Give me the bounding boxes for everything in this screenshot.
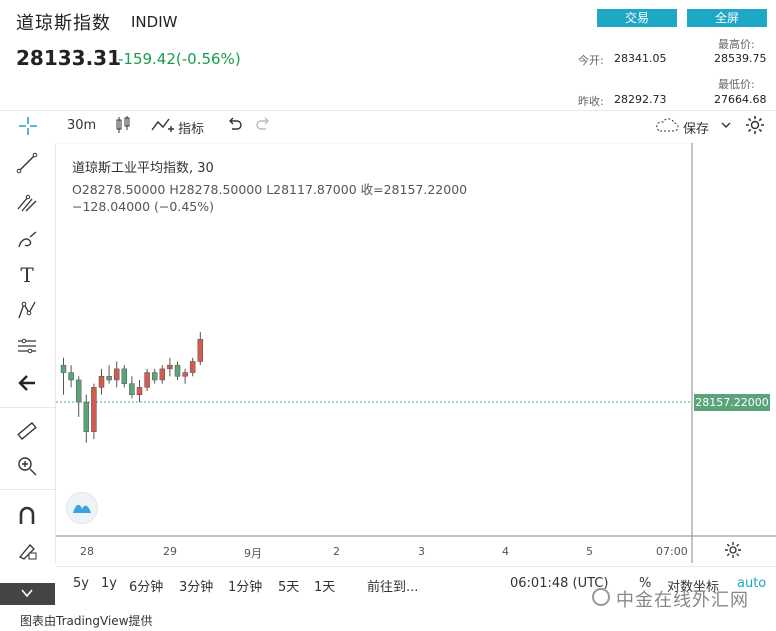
axis-settings-icon[interactable] xyxy=(724,541,742,563)
price-change: -159.42(-0.56%) xyxy=(118,50,241,68)
low-label: 最低价: xyxy=(718,78,755,91)
zoom-in-icon[interactable] xyxy=(12,451,42,481)
instrument-title: 道琼斯指数 xyxy=(16,13,111,34)
trend-line-icon[interactable] xyxy=(12,148,42,178)
candle-style-icon[interactable] xyxy=(114,115,132,139)
range-1m[interactable]: 1分钟 xyxy=(228,576,262,595)
low-value: 27664.68 xyxy=(714,93,767,106)
back-arrow-icon[interactable] xyxy=(12,368,42,398)
high-label: 最高价: xyxy=(718,38,755,51)
candle-body xyxy=(83,401,90,432)
high-value: 28539.75 xyxy=(714,52,767,65)
undo-icon[interactable] xyxy=(226,116,244,138)
goto-date-button[interactable]: 前往到... xyxy=(367,576,418,595)
hide-drawings-icon[interactable] xyxy=(0,583,55,605)
forecast-icon[interactable] xyxy=(12,331,42,361)
save-button[interactable]: 保存 xyxy=(683,118,709,137)
wechat-icon xyxy=(592,588,610,606)
brush-icon[interactable] xyxy=(12,225,42,255)
range-5y[interactable]: 5y xyxy=(73,576,89,591)
candle-body xyxy=(151,372,158,381)
crosshair-icon[interactable] xyxy=(14,114,42,138)
pattern-icon[interactable] xyxy=(12,295,42,325)
fib-tool-icon[interactable] xyxy=(12,187,42,217)
last-price: 28133.31 xyxy=(16,46,122,70)
prev-close-label: 昨收: xyxy=(578,95,604,108)
instrument-code: INDIW xyxy=(131,13,178,31)
x-axis-label: 28 xyxy=(80,545,94,558)
candle-body xyxy=(159,368,166,381)
candle-body xyxy=(167,364,173,370)
range-5d[interactable]: 5天 xyxy=(278,576,299,595)
fullscreen-button[interactable]: 全屏 xyxy=(687,9,767,27)
range-6m[interactable]: 6分钟 xyxy=(129,576,163,595)
candle-body xyxy=(121,368,128,384)
x-axis-label: 9月 xyxy=(244,547,262,560)
candle-body xyxy=(182,372,188,377)
interval-selector[interactable]: 30m xyxy=(67,118,96,133)
indicators-icon[interactable] xyxy=(151,116,175,138)
attribution-text: 图表由TradingView提供 xyxy=(20,614,153,628)
open-label: 今开: xyxy=(578,54,604,67)
x-axis-label: 07:00 xyxy=(656,545,688,558)
candle-body xyxy=(68,372,74,381)
legend-change: −128.04000 (−0.45%) xyxy=(72,199,214,214)
x-axis-label: 5 xyxy=(586,545,593,558)
x-axis-label: 2 xyxy=(333,545,340,558)
candle-body xyxy=(189,361,196,373)
candle-body xyxy=(98,376,105,388)
x-axis-label: 3 xyxy=(418,545,425,558)
prev-close-value: 28292.73 xyxy=(614,93,667,106)
range-1d[interactable]: 1天 xyxy=(314,576,335,595)
text-tool-icon[interactable]: T xyxy=(12,260,42,290)
chevron-down-icon[interactable] xyxy=(720,117,732,136)
utc-clock[interactable]: 06:01:48 (UTC) xyxy=(510,576,608,591)
watermark-text: 中金在线外汇网 xyxy=(616,590,749,611)
cloud-icon[interactable] xyxy=(654,117,680,137)
x-axis-label: 29 xyxy=(163,545,177,558)
indicators-button[interactable]: 指标 xyxy=(178,118,204,137)
tradingview-logo-icon[interactable] xyxy=(66,492,98,524)
ruler-icon[interactable] xyxy=(12,416,42,446)
legend-ohlc: O28278.50000 H28278.50000 L28117.87000 收… xyxy=(72,182,468,197)
trade-button[interactable]: 交易 xyxy=(597,9,677,27)
candle-body xyxy=(75,379,82,403)
candle-body xyxy=(129,383,135,395)
chart-widget: 道琼斯指数 INDIW 28133.31 -159.42(-0.56%) 交易 … xyxy=(0,0,776,631)
candle-body xyxy=(113,368,120,381)
legend-symbol[interactable]: 道琼斯工业平均指数, 30 xyxy=(72,157,214,176)
redo-icon[interactable] xyxy=(254,116,272,138)
range-3m[interactable]: 3分钟 xyxy=(179,576,213,595)
gear-icon[interactable] xyxy=(744,114,766,140)
lock-drawing-icon[interactable] xyxy=(12,535,42,565)
range-1y[interactable]: 1y xyxy=(101,576,117,591)
candle-body xyxy=(174,364,181,377)
magnet-icon[interactable] xyxy=(12,500,42,530)
open-value: 28341.05 xyxy=(614,52,667,65)
candle-body xyxy=(144,372,150,388)
candle-body xyxy=(60,364,67,373)
candle-body xyxy=(197,339,204,362)
x-axis-label: 4 xyxy=(502,545,509,558)
last-price-tag: 28157.22000 xyxy=(694,394,770,411)
candle-body xyxy=(136,387,143,395)
candle-body xyxy=(91,387,97,432)
candle-body xyxy=(106,376,112,381)
